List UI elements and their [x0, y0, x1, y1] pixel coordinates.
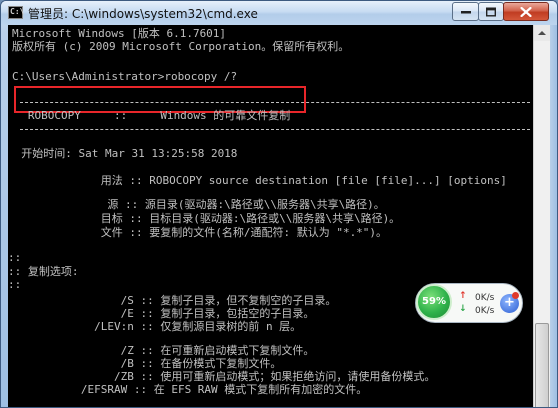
- console-line: :: 复制选项:: [8, 265, 79, 278]
- console-line: 开始时间: Sat Mar 31 13:25:58 2018: [8, 147, 238, 160]
- console-line: ::: [8, 278, 22, 291]
- app-icon-label: C:\: [10, 7, 25, 16]
- upload-arrow-icon: ↑: [459, 291, 467, 301]
- console-line: /EFSRAW :: 在 EFS RAW 模式下复制所有加密的文件。: [8, 383, 368, 396]
- cmd-window: C:\ 管理员: C:\windows\system32\cmd.exe Mic…: [0, 0, 558, 408]
- vertical-scrollbar[interactable]: [533, 25, 550, 407]
- console-line: /Z :: 在可重新启动模式下复制文件。: [8, 344, 315, 357]
- console-line: 源 :: 源目录(驱动器:\路径或\\服务器\共享\路径)。: [8, 198, 385, 211]
- close-button[interactable]: [503, 2, 549, 21]
- console-output[interactable]: Microsoft Windows [版本 6.1.7601] 版权所有 (c)…: [8, 25, 533, 407]
- console-line: 用法 :: ROBOCOPY source destination [file …: [8, 174, 507, 187]
- console-line: /ZB :: 使用可重新启动模式；如果拒绝访问，请使用备份模式。: [8, 370, 436, 383]
- window-frame-right: [550, 25, 557, 407]
- download-speed: 0K/s: [475, 306, 495, 316]
- console-line: 版权所有 (c) 2009 Microsoft Corporation。保留所有…: [12, 40, 350, 53]
- console-line: ROBOCOPY :: Windows 的可靠文件复制: [8, 109, 291, 122]
- console-line: 文件 :: 要复制的文件(名称/通配符: 默认为 "*.*")。: [8, 226, 388, 239]
- separator-line: [20, 102, 530, 103]
- separator-line: [20, 129, 530, 130]
- scrollbar-thumb[interactable]: [535, 323, 549, 407]
- window-title: 管理员: C:\windows\system32\cmd.exe: [28, 7, 258, 21]
- command-line: C:\Users\Administrator>robocopy /?: [12, 70, 238, 83]
- console-line: 目标 :: 目标目录(驱动器:\路径或\\服务器\共享\路径)。: [8, 212, 401, 225]
- minimize-button[interactable]: [452, 2, 479, 21]
- close-icon: [520, 6, 532, 17]
- scroll-up-button[interactable]: [534, 25, 550, 41]
- console-line: /B :: 在备份模式下复制文件。: [8, 357, 282, 370]
- console-line: /S :: 复制子目录，但不复制空的子目录。: [8, 294, 337, 307]
- cmd-app-icon[interactable]: C:\: [8, 6, 25, 19]
- maximize-button[interactable]: [478, 2, 504, 21]
- console-line: /LEV:n :: 仅复制源目录树的前 n 层。: [8, 320, 302, 333]
- download-arrow-icon: ↓: [459, 304, 467, 314]
- gauge-percent: 59%: [422, 296, 446, 307]
- console-line: /E :: 复制子目录，包括空的子目录。: [8, 307, 315, 320]
- memory-gauge[interactable]: 59%: [416, 284, 452, 320]
- notification-dot: [512, 292, 519, 299]
- console-line: Microsoft Windows [版本 6.1.7601]: [12, 27, 227, 40]
- maximize-icon: [486, 7, 496, 16]
- scroll-up-icon: [538, 31, 546, 35]
- console-line: ::: [8, 251, 22, 264]
- title-bar[interactable]: C:\ 管理员: C:\windows\system32\cmd.exe: [1, 1, 557, 25]
- minimize-icon: [460, 10, 471, 13]
- upload-speed: 0K/s: [475, 293, 495, 303]
